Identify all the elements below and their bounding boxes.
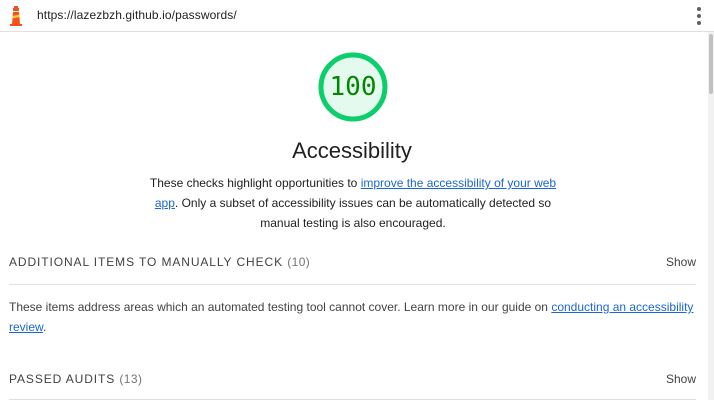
- manual-check-title: ADDITIONAL ITEMS TO MANUALLY CHECK (10): [9, 255, 310, 269]
- page-url[interactable]: https://lazezbzh.github.io/passwords/: [37, 8, 237, 22]
- passed-audits-title: PASSED AUDITS (13): [9, 372, 142, 386]
- menu-dot: [697, 14, 701, 18]
- description-text: .: [43, 320, 47, 334]
- description-text: These checks highlight opportunities to: [149, 176, 361, 190]
- description-text: These items address areas which an autom…: [9, 300, 552, 314]
- lighthouse-icon: [10, 6, 22, 26]
- divider: [9, 284, 696, 285]
- description-text: . Only a subset of accessibility issues …: [174, 196, 552, 230]
- category-title: Accessibility: [292, 138, 412, 163]
- manual-check-count: (10): [287, 255, 311, 269]
- score-value: 100: [329, 72, 377, 102]
- passed-audits-count: (13): [119, 372, 143, 386]
- category-description: These checks highlight opportunities to …: [147, 173, 559, 233]
- browser-top-bar: https://lazezbzh.github.io/passwords/: [0, 0, 714, 32]
- menu-dot: [697, 21, 701, 25]
- manual-check-group-header[interactable]: ADDITIONAL ITEMS TO MANUALLY CHECK (10) …: [9, 252, 696, 272]
- menu-dot: [697, 7, 701, 11]
- manual-check-description: These items address areas which an autom…: [9, 297, 699, 337]
- show-manual-button[interactable]: Show: [666, 255, 696, 269]
- passed-audits-group-header[interactable]: PASSED AUDITS (13) Show: [9, 369, 696, 389]
- more-options-icon[interactable]: [692, 6, 706, 26]
- group-title-text: ADDITIONAL ITEMS TO MANUALLY CHECK: [9, 255, 283, 269]
- show-passed-button[interactable]: Show: [666, 372, 696, 386]
- group-title-text: PASSED AUDITS: [9, 372, 116, 386]
- scrollbar-thumb[interactable]: [709, 34, 713, 94]
